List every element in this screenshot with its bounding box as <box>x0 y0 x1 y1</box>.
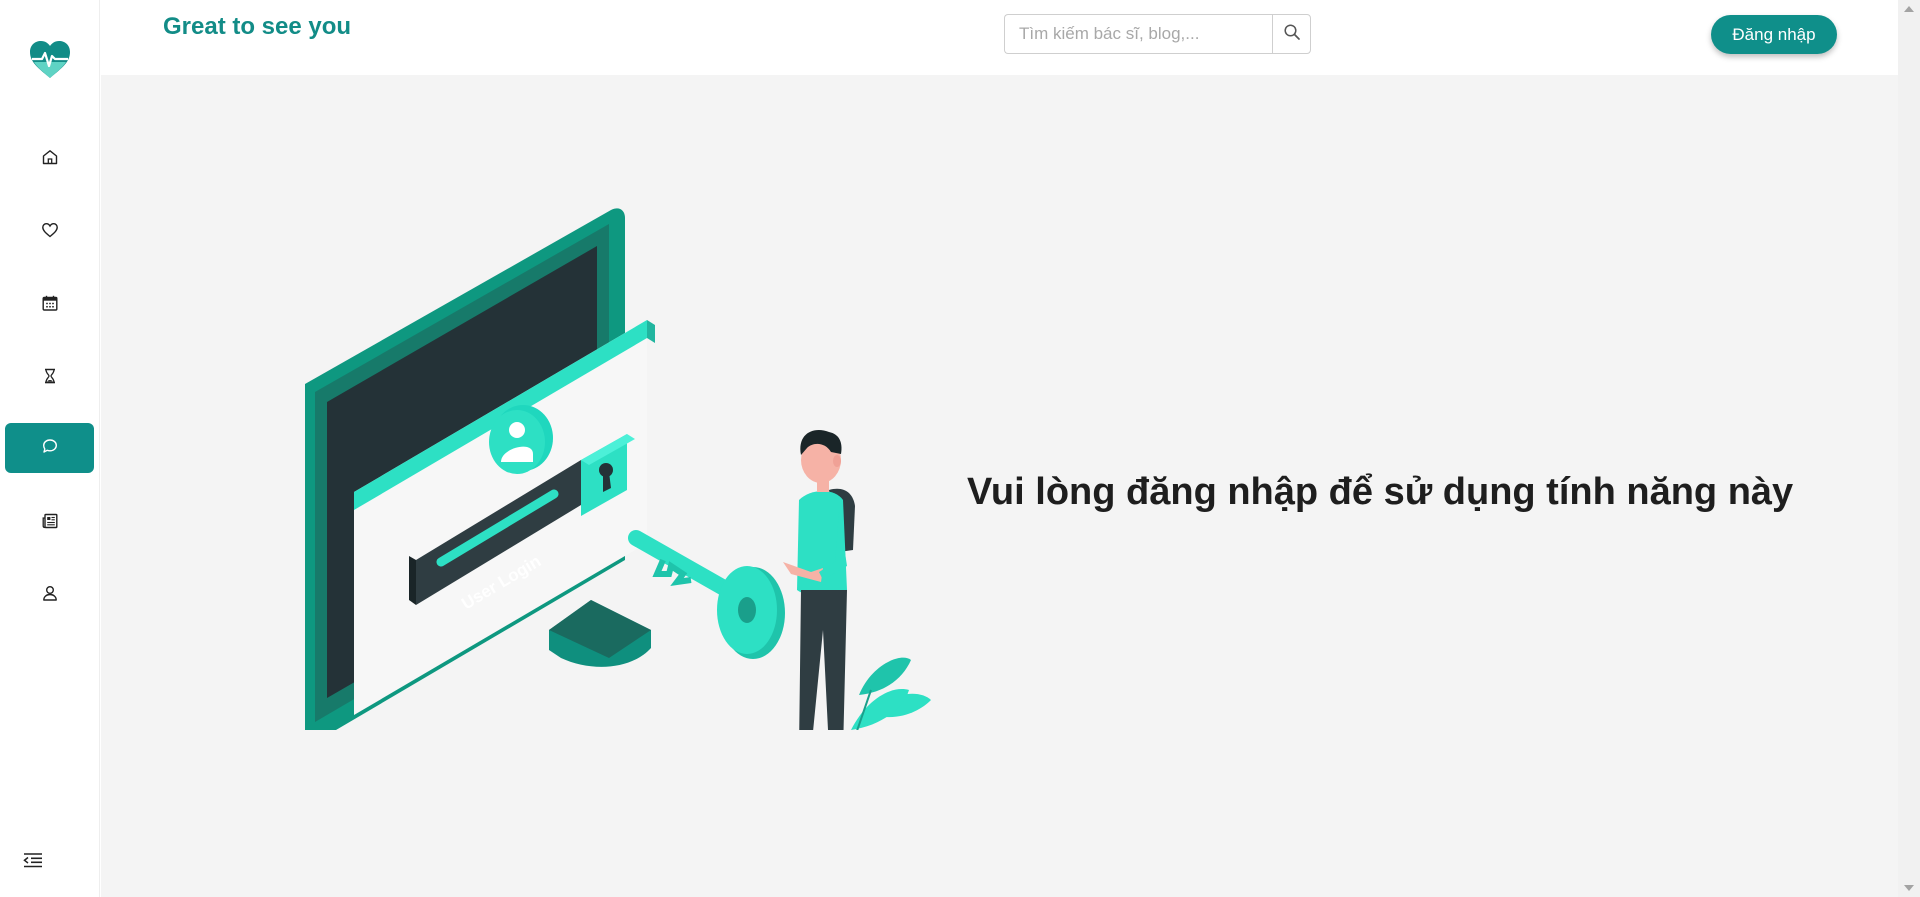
scroll-up-arrow-icon[interactable] <box>1904 6 1914 12</box>
indent-left-icon <box>22 851 44 874</box>
heart-icon <box>41 221 59 244</box>
user-icon <box>41 584 59 607</box>
top-header: Great to see you Đăng nhập <box>100 0 1898 75</box>
search-button[interactable] <box>1272 14 1311 54</box>
app-window: Great to see you Đăng nhập <box>0 0 1920 897</box>
main-content: User Login Vui lòng đăng nhập để sử dụng… <box>101 75 1898 897</box>
vertical-scrollbar[interactable] <box>1898 0 1920 897</box>
login-required-message: Vui lòng đăng nhập để sử dụng tính năng … <box>967 471 1794 513</box>
greeting-title: Great to see you <box>163 13 352 40</box>
sidebar <box>0 0 100 897</box>
sidebar-item-chat[interactable] <box>5 423 94 473</box>
search-icon <box>1283 23 1301 46</box>
sidebar-item-home[interactable] <box>5 134 94 184</box>
chat-icon <box>41 437 59 460</box>
search-input[interactable] <box>1004 14 1272 54</box>
search-bar <box>1004 14 1311 54</box>
heart-pulse-logo-icon[interactable] <box>28 40 72 80</box>
collapse-sidebar-button[interactable] <box>20 851 46 873</box>
sidebar-item-news[interactable] <box>5 498 94 548</box>
home-icon <box>41 148 59 171</box>
login-required-illustration: User Login <box>291 170 1051 775</box>
hourglass-icon <box>41 367 59 390</box>
scroll-down-arrow-icon[interactable] <box>1904 885 1914 891</box>
sidebar-item-profile[interactable] <box>5 570 94 620</box>
calendar-icon <box>41 294 59 317</box>
login-button[interactable]: Đăng nhập <box>1711 15 1837 54</box>
sidebar-item-history[interactable] <box>5 353 94 403</box>
news-icon <box>41 512 59 535</box>
sidebar-item-calendar[interactable] <box>5 280 94 330</box>
sidebar-item-favorites[interactable] <box>5 207 94 257</box>
